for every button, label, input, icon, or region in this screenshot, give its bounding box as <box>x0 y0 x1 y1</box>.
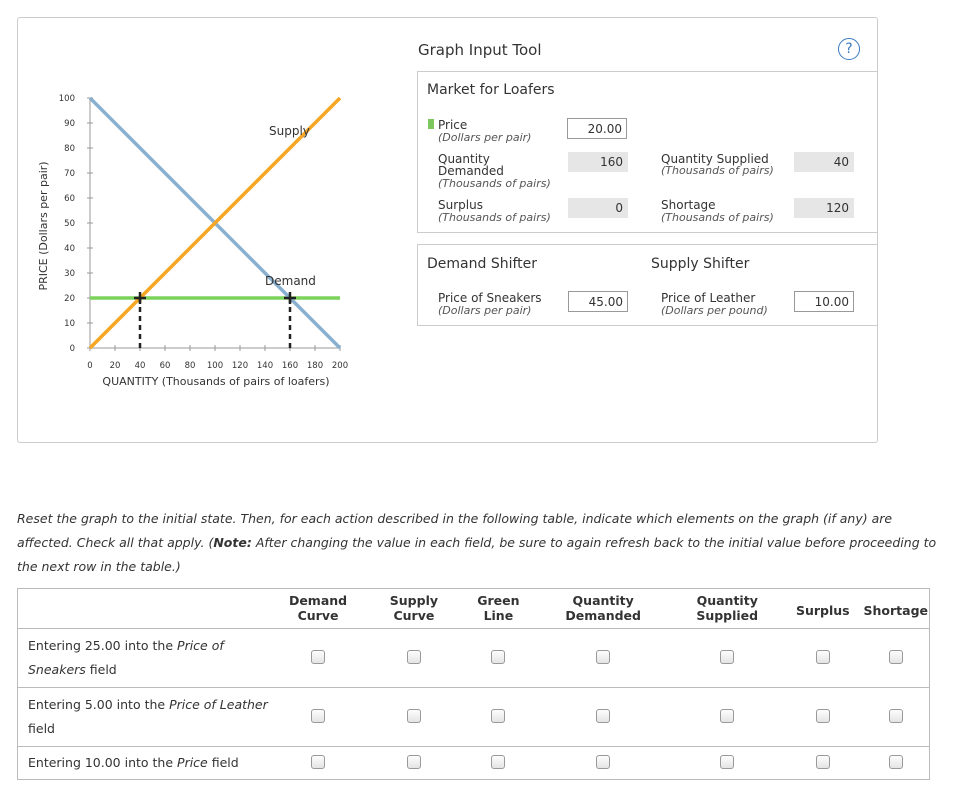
row-label: Entering 10.00 into the Price field <box>17 746 271 780</box>
table-row: Entering 10.00 into the Price field <box>17 746 930 780</box>
leather-unit: (Dollars per pound) <box>661 304 768 317</box>
instructions-note: Note: <box>213 535 252 550</box>
sneakers-label: Price of Sneakers <box>438 291 542 305</box>
header-quantity-supplied: Quantity Supplied <box>671 588 784 629</box>
checkbox-surplus[interactable] <box>815 754 830 769</box>
price-unit: (Dollars per pair) <box>438 131 532 144</box>
supply-curve-label: Supply <box>269 124 310 138</box>
x-tick-label: 200 <box>332 361 348 371</box>
checkbox-supply-curve[interactable] <box>406 649 421 664</box>
checkbox-demand-curve[interactable] <box>311 754 326 769</box>
header-blank <box>17 588 271 629</box>
checkbox-demand-curve[interactable] <box>311 649 326 664</box>
surplus-value: 0 <box>568 198 628 218</box>
y-tick-label: 60 <box>64 194 75 204</box>
x-tick-label: 40 <box>135 361 146 371</box>
supply-shifter-title: Supply Shifter <box>651 256 750 272</box>
y-tick-label: 80 <box>64 144 75 154</box>
quantity-demanded-value: 160 <box>568 152 628 172</box>
checkbox-quantity-supplied[interactable] <box>720 649 735 664</box>
header-surplus: Surplus <box>783 588 863 629</box>
y-tick-label: 30 <box>64 269 75 279</box>
checkbox-surplus[interactable] <box>815 708 830 723</box>
table-header-row: Demand Curve Supply Curve Green Line Quanti… <box>17 588 930 629</box>
x-axis-label: QUANTITY (Thousands of pairs of loafers) <box>102 375 329 388</box>
price-legend-swatch <box>428 119 434 129</box>
row-label: Entering 5.00 into the Price of Leather … <box>17 687 271 747</box>
price-of-leather-input[interactable] <box>794 291 854 312</box>
header-shortage: Shortage <box>862 588 930 629</box>
header-green-line: Green Line <box>461 588 535 629</box>
sneakers-unit: (Dollars per pair) <box>438 304 532 317</box>
y-tick-label: 10 <box>64 319 75 329</box>
leather-label: Price of Leather <box>661 291 756 305</box>
checkbox-quantity-demanded[interactable] <box>596 649 611 664</box>
table-row: Entering 25.00 into the Price of Sneaker… <box>17 628 930 688</box>
y-tick-label: 100 <box>59 94 75 104</box>
help-button[interactable]: ? <box>838 38 860 60</box>
x-tick-label: 20 <box>110 361 121 371</box>
checkbox-shortage[interactable] <box>888 754 903 769</box>
x-tick-label: 160 <box>282 361 298 371</box>
x-tick-label: 80 <box>185 361 196 371</box>
qd-label-2: Demanded <box>438 164 504 178</box>
shortage-unit: (Thousands of pairs) <box>661 211 774 224</box>
y-tick-label: 70 <box>64 169 75 179</box>
price-of-sneakers-input[interactable] <box>568 291 628 312</box>
x-tick-label: 60 <box>160 361 171 371</box>
surplus-label: Surplus <box>438 198 483 212</box>
x-tick-label: 120 <box>232 361 248 371</box>
x-tick-label: 140 <box>257 361 273 371</box>
checkbox-quantity-demanded[interactable] <box>596 708 611 723</box>
y-tick-label: 90 <box>64 119 75 129</box>
header-demand-curve: Demand Curve <box>270 588 367 629</box>
x-tick-label: 100 <box>207 361 223 371</box>
quantity-supplied-value: 40 <box>794 152 854 172</box>
table-row: Entering 5.00 into the Price of Leather … <box>17 687 930 747</box>
checkbox-quantity-demanded[interactable] <box>596 754 611 769</box>
checkbox-quantity-supplied[interactable] <box>720 708 735 723</box>
actions-table: Demand Curve Supply Curve Green Line Quanti… <box>17 588 930 780</box>
checkbox-shortage[interactable] <box>888 708 903 723</box>
x-tick-label: 0 <box>87 361 92 371</box>
instructions: Reset the graph to the initial state. Th… <box>17 507 937 579</box>
tool-title: Graph Input Tool <box>418 41 542 59</box>
shortage-value: 120 <box>794 198 854 218</box>
checkbox-green-line[interactable] <box>491 754 506 769</box>
header-supply-curve: Supply Curve <box>366 588 462 629</box>
shortage-label: Shortage <box>661 198 716 212</box>
surplus-unit: (Thousands of pairs) <box>438 211 551 224</box>
price-label: Price <box>438 118 468 132</box>
market-panel: Market for Loafers Price (Dollars per pa… <box>417 71 878 233</box>
demand-curve-label: Demand <box>265 274 316 288</box>
market-title: Market for Loafers <box>427 82 555 98</box>
checkbox-supply-curve[interactable] <box>406 754 421 769</box>
checkbox-surplus[interactable] <box>815 649 830 664</box>
checkbox-shortage[interactable] <box>888 649 903 664</box>
y-axis-label: PRICE (Dollars per pair) <box>37 161 50 290</box>
checkbox-green-line[interactable] <box>491 708 506 723</box>
qd-unit: (Thousands of pairs) <box>438 177 551 190</box>
y-tick-label: 50 <box>64 219 75 229</box>
qs-unit: (Thousands of pairs) <box>661 164 774 177</box>
checkbox-green-line[interactable] <box>491 649 506 664</box>
checkbox-supply-curve[interactable] <box>406 708 421 723</box>
demand-shifter-title: Demand Shifter <box>427 256 538 272</box>
shifter-panel: Demand Shifter Supply Shifter Price of S… <box>417 244 878 326</box>
supply-demand-graph: PRICE (Dollars per pair) QUANTITY (Thous… <box>37 94 348 388</box>
y-tick-label: 20 <box>64 294 75 304</box>
checkbox-demand-curve[interactable] <box>311 708 326 723</box>
row-label: Entering 25.00 into the Price of Sneaker… <box>17 628 271 688</box>
price-input[interactable] <box>567 118 627 139</box>
checkbox-quantity-supplied[interactable] <box>720 754 735 769</box>
header-quantity-demanded: Quantity Demanded <box>534 588 672 629</box>
x-tick-label: 180 <box>307 361 323 371</box>
y-tick-label: 40 <box>64 244 75 254</box>
y-tick-label: 0 <box>70 344 75 354</box>
